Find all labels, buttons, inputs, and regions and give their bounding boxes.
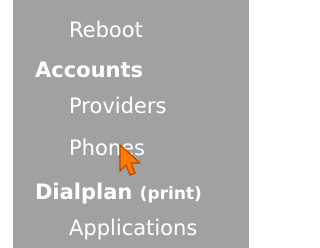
menu-section-dialplan[interactable]: Dialplan (print) bbox=[35, 182, 202, 203]
menu-section-accounts[interactable]: Accounts bbox=[35, 60, 143, 81]
arrow-pointer-icon bbox=[119, 144, 141, 176]
menu-item-reboot[interactable]: Reboot bbox=[69, 20, 143, 41]
dialplan-label[interactable]: Dialplan bbox=[35, 180, 132, 204]
menu-item-providers[interactable]: Providers bbox=[69, 96, 166, 117]
dialplan-print-link[interactable]: (print) bbox=[140, 184, 202, 204]
menu-item-applications[interactable]: Applications bbox=[69, 218, 197, 239]
